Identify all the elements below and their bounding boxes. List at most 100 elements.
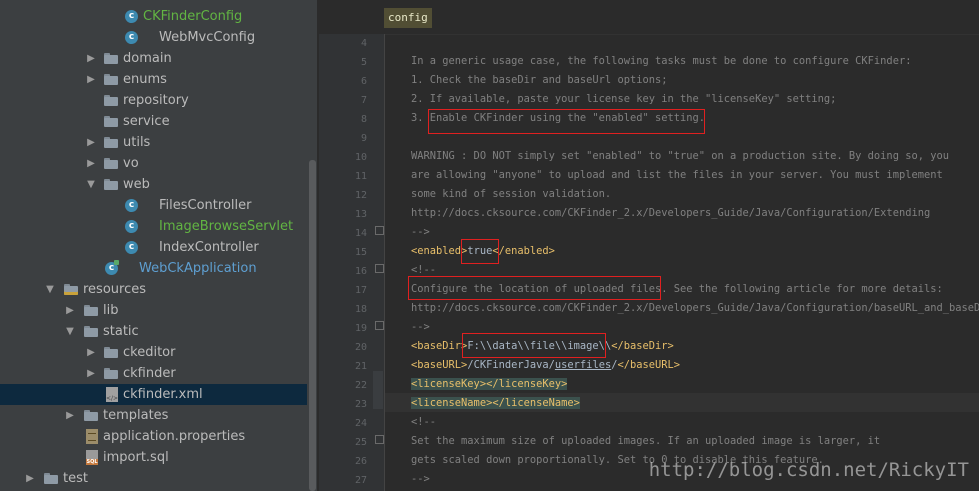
comment-text: http://docs.cksource.com/CKFinder_2.x/De… [411, 302, 979, 314]
expand-arrow-icon[interactable]: ▶ [85, 48, 97, 69]
fold-end-icon[interactable] [375, 226, 384, 235]
folder-icon [104, 158, 118, 169]
code-line-5[interactable]: In a generic usage case, the following t… [411, 52, 911, 71]
folder-icon [104, 116, 118, 127]
code-line-6[interactable]: 1. Check the baseDir and baseUrl options… [411, 71, 667, 90]
collapse-arrow-icon[interactable]: ▼ [44, 279, 56, 300]
comment-text: some kind of session validation. [411, 188, 612, 200]
folder-icon [84, 326, 98, 337]
tree-item-label: ckeditor [123, 345, 176, 360]
code-line-25[interactable]: Set the maximum size of uploaded images.… [411, 432, 880, 451]
tree-item-label: WebCkApplication [139, 261, 257, 276]
folder-icon [104, 137, 118, 148]
tree-item-label: service [123, 114, 170, 129]
tree-item-webmvcconfig[interactable]: c WebMvcConfig [0, 27, 307, 48]
tree-item-templates[interactable]: ▶ templates [0, 405, 307, 426]
tree-item-service[interactable]: service [0, 111, 307, 132]
change-marker [373, 371, 383, 409]
line-number-gutter: 4 5 6 7 8 9 10 11 12 13 14 15 16 17 18 1… [319, 34, 385, 491]
xml-value: userfiles [554, 359, 612, 371]
collapse-arrow-icon[interactable]: ▼ [85, 174, 97, 195]
tree-item-resources[interactable]: ▼ resources [0, 279, 307, 300]
code-line-11[interactable]: are allowing "anyone" to upload and list… [411, 166, 943, 185]
code-line-10[interactable]: WARNING : DO NOT simply set "enabled" to… [411, 147, 949, 166]
xml-tag: <enabled> [411, 245, 468, 257]
line-number: 5 [360, 57, 367, 68]
tree-item-domain[interactable]: ▶ domain [0, 48, 307, 69]
code-line-24[interactable]: <!-- [411, 413, 436, 432]
expand-arrow-icon[interactable]: ▶ [85, 363, 97, 384]
tree-item-label: utils [123, 135, 151, 150]
tree-item-label: ckfinder [123, 366, 176, 381]
comment-text: <!-- [411, 264, 437, 276]
code-line-23[interactable]: <licenseName></licenseName> [411, 394, 580, 413]
expand-arrow-icon[interactable]: ▶ [85, 132, 97, 153]
class-icon: c [125, 10, 138, 23]
tree-item-vo[interactable]: ▶ vo [0, 153, 307, 174]
code-line-7[interactable]: 2. If available, paste your license key … [411, 90, 836, 109]
line-number: 25 [354, 437, 367, 448]
expand-arrow-icon[interactable]: ▶ [64, 405, 76, 426]
tree-item-ckfinder-xml[interactable]: ckfinder.xml [0, 384, 307, 405]
line-number: 23 [354, 399, 367, 410]
tree-item-enums[interactable]: ▶ enums [0, 69, 307, 90]
tree-item-filescontroller[interactable]: c FilesController [0, 195, 307, 216]
expand-arrow-icon[interactable]: ▶ [85, 69, 97, 90]
tree-item-application-properties[interactable]: application.properties [0, 426, 307, 447]
line-number: 26 [354, 456, 367, 467]
code-line-22[interactable]: <licenseKey></licenseKey> [411, 375, 568, 394]
fold-end-icon[interactable] [375, 321, 384, 330]
tree-item-ckfinderconfig[interactable]: c CKFinderConfig [0, 6, 307, 27]
code-line-19[interactable]: --> [411, 318, 430, 337]
tree-item-web[interactable]: ▼ web [0, 174, 307, 195]
tree-item-label: application.properties [103, 429, 246, 444]
tree-item-utils[interactable]: ▶ utils [0, 132, 307, 153]
xml-tag: <licenseKey> [411, 378, 487, 390]
tree-item-indexcontroller[interactable]: c IndexController [0, 237, 307, 258]
comment-text: 2. If available, paste your license key … [411, 93, 837, 105]
class-icon: c [125, 220, 138, 233]
collapse-arrow-icon[interactable]: ▼ [64, 321, 76, 342]
comment-text: --> [411, 321, 430, 333]
folder-icon [84, 410, 98, 421]
tree-item-static[interactable]: ▼ static [0, 321, 307, 342]
tree-item-webckapplication[interactable]: c WebCkApplication [0, 258, 307, 279]
tree-item-repository[interactable]: repository [0, 90, 307, 111]
comment-text: WARNING : DO NOT simply set "enabled" to… [411, 150, 949, 162]
tree-scrollbar-thumb[interactable] [309, 160, 316, 491]
tree-item-imagebrowseservlet[interactable]: c ImageBrowseServlet [0, 216, 307, 237]
folder-icon [104, 74, 118, 85]
tree-item-test[interactable]: ▶ test [0, 468, 307, 489]
tree-item-label: lib [103, 303, 119, 318]
line-number: 9 [360, 133, 367, 144]
code-line-27[interactable]: --> [411, 470, 430, 489]
annotation-box-enable [428, 109, 705, 134]
tree-item-label: repository [123, 93, 189, 108]
xml-tag: </baseURL> [617, 359, 681, 371]
tree-item-lib[interactable]: ▶ lib [0, 300, 307, 321]
annotation-box-location [408, 276, 661, 300]
xml-tag: <baseURL> [411, 359, 468, 371]
comment-text: --> [411, 473, 430, 485]
resources-folder-icon [64, 284, 78, 295]
tree-item-label: FilesController [159, 198, 252, 213]
expand-arrow-icon[interactable]: ▶ [24, 468, 36, 489]
expand-arrow-icon[interactable]: ▶ [64, 300, 76, 321]
fold-start-icon[interactable] [375, 435, 384, 444]
tree-item-label: domain [123, 51, 172, 66]
fold-start-icon[interactable] [375, 264, 384, 273]
code-line-13[interactable]: http://docs.cksource.com/CKFinder_2.x/De… [411, 204, 930, 223]
tree-item-ckfinder[interactable]: ▶ ckfinder [0, 363, 307, 384]
code-line-14[interactable]: --> [411, 223, 430, 242]
tree-item-ckeditor[interactable]: ▶ ckeditor [0, 342, 307, 363]
tree-item-import-sql[interactable]: import.sql [0, 447, 307, 468]
folder-icon [104, 368, 118, 379]
code-editor[interactable]: config 4 5 6 7 8 9 10 11 12 13 14 15 16 … [319, 0, 979, 491]
expand-arrow-icon[interactable]: ▶ [85, 153, 97, 174]
code-line-12[interactable]: some kind of session validation. [411, 185, 611, 204]
code-line-18[interactable]: http://docs.cksource.com/CKFinder_2.x/De… [411, 299, 979, 318]
breadcrumb-tag-config[interactable]: config [384, 8, 432, 28]
class-icon: c [125, 241, 138, 254]
code-line-21[interactable]: <baseURL>/CKFinderJava/userfiles/</baseU… [411, 356, 680, 375]
expand-arrow-icon[interactable]: ▶ [85, 342, 97, 363]
